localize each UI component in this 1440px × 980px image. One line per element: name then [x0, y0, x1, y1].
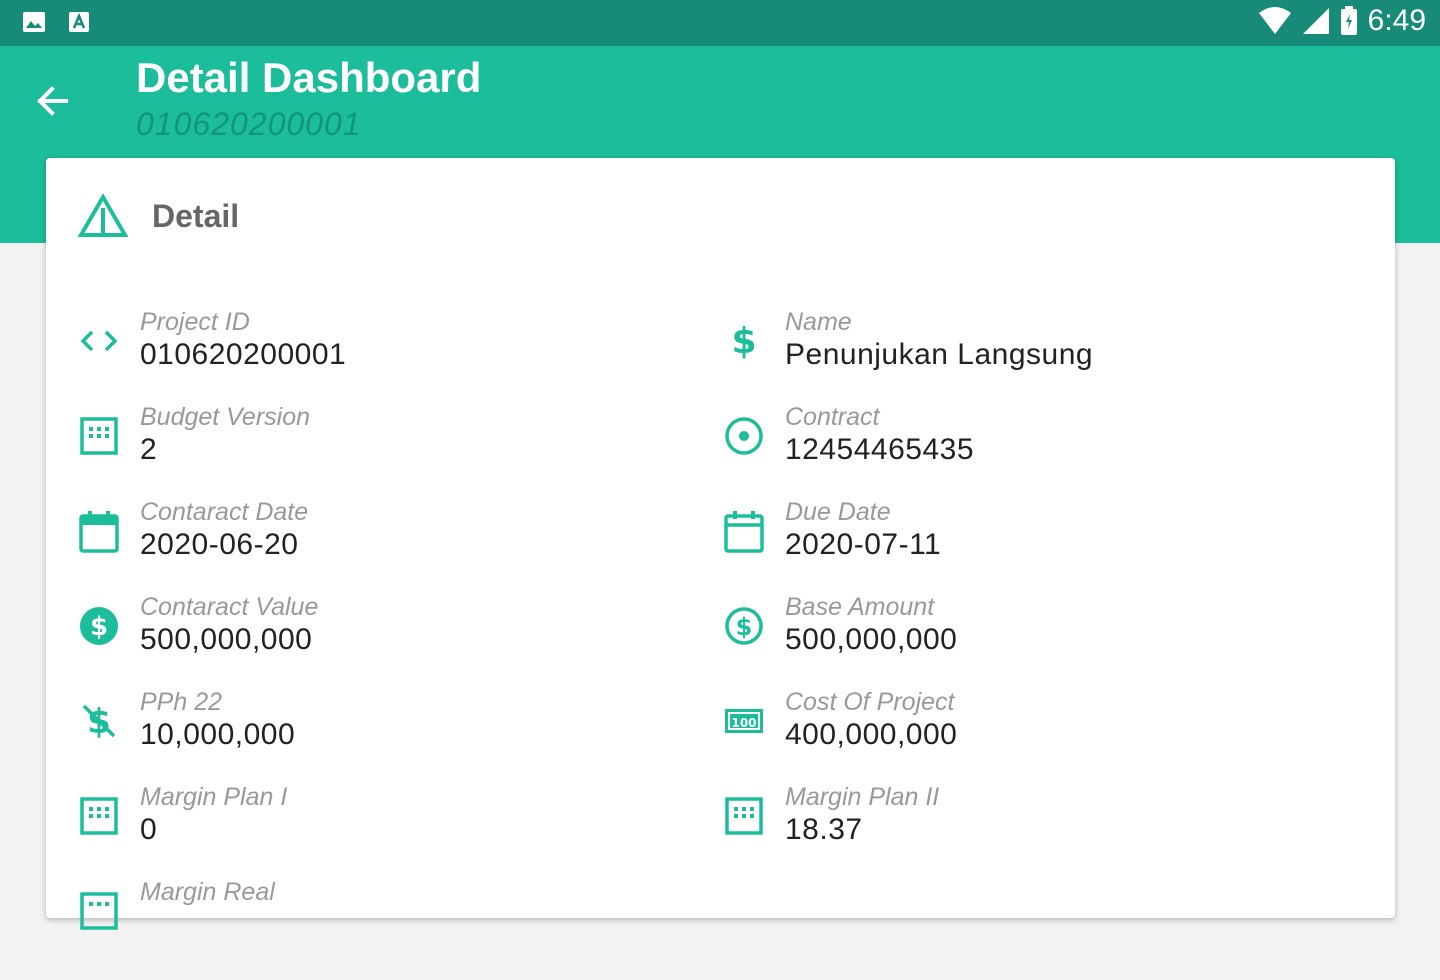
field-value: 0 — [140, 813, 158, 846]
card-title: Detail — [152, 197, 240, 234]
money-off-icon: $ — [78, 700, 120, 742]
field-label: Contaract Value — [140, 593, 319, 621]
page-title: Detail Dashboard — [136, 54, 482, 101]
svg-text:$: $ — [90, 612, 108, 642]
field-name: $ Name Penunjukan Langsung — [723, 308, 1323, 410]
field-budget-version: Budget Version 2 — [78, 403, 678, 505]
warning-triangle-icon — [78, 194, 128, 238]
back-button[interactable] — [30, 78, 76, 124]
svg-text:$: $ — [731, 321, 756, 362]
field-label: Contract — [785, 403, 880, 431]
dollar-circle-filled-icon: $ — [78, 605, 120, 647]
svg-text:$: $ — [736, 613, 753, 641]
field-value: 010620200001 — [140, 338, 347, 371]
field-base-amount: $ Base Amount 500,000,000 — [723, 593, 1323, 695]
field-margin-real: Margin Real — [78, 878, 678, 980]
field-label: Budget Version — [140, 403, 311, 431]
field-label: Name — [785, 308, 852, 336]
field-contract-value: $ Contaract Value 500,000,000 — [78, 593, 678, 695]
field-label: Contaract Date — [140, 498, 309, 526]
field-margin-plan-2: Margin Plan II 18.37 — [723, 783, 1323, 885]
dollar-circle-outline-icon: $ — [723, 605, 765, 647]
dollar-icon: $ — [723, 320, 765, 362]
calendar-icon — [723, 510, 765, 553]
arrow-back-icon — [30, 78, 76, 124]
field-project-id: Project ID 010620200001 — [78, 308, 678, 410]
field-label: Base Amount — [785, 593, 935, 621]
field-value: 500,000,000 — [140, 623, 313, 656]
field-contract-date: Contaract Date 2020-06-20 — [78, 498, 678, 600]
field-cost-of-project: 100 Cost Of Project 400,000,000 — [723, 688, 1323, 790]
target-icon — [723, 415, 765, 457]
field-due-date: Due Date 2020-07-11 — [723, 498, 1323, 600]
grid-icon — [78, 890, 120, 932]
wifi-icon — [1258, 7, 1292, 35]
image-icon — [22, 11, 46, 33]
field-value: 12454465435 — [785, 433, 975, 466]
a-icon — [68, 11, 90, 33]
grid-icon — [723, 795, 765, 837]
field-value: 10,000,000 — [140, 718, 296, 751]
signal-icon — [1302, 7, 1330, 35]
field-label: Margin Plan I — [140, 783, 288, 811]
grid-icon — [78, 415, 120, 457]
field-value: 500,000,000 — [785, 623, 958, 656]
field-label: Cost Of Project — [785, 688, 955, 716]
banknote-100-icon: 100 — [723, 700, 765, 742]
field-contract: Contract 12454465435 — [723, 403, 1323, 505]
detail-card: Detail Project ID 010620200001 $ Name Pe… — [46, 158, 1395, 930]
svg-text:100: 100 — [731, 716, 756, 730]
page-subtitle: 010620200001 — [136, 106, 362, 142]
status-bar: 6:49 — [0, 0, 1440, 46]
field-value: 2020-07-11 — [785, 528, 942, 561]
field-margin-plan-1: Margin Plan I 0 — [78, 783, 678, 885]
field-label: Margin Real — [140, 878, 275, 906]
card-header: Detail — [78, 194, 239, 238]
grid-icon — [78, 795, 120, 837]
field-value: 2 — [140, 433, 158, 466]
field-value: 400,000,000 — [785, 718, 958, 751]
status-time: 6:49 — [1367, 4, 1426, 37]
field-value: 2020-06-20 — [140, 528, 299, 561]
field-label: Margin Plan II — [785, 783, 940, 811]
field-label: Project ID — [140, 308, 250, 336]
field-label: Due Date — [785, 498, 891, 526]
field-value: Penunjukan Langsung — [785, 338, 1094, 371]
field-value: 18.37 — [785, 813, 863, 846]
field-pph22: $ PPh 22 10,000,000 — [78, 688, 678, 790]
code-icon — [78, 320, 120, 362]
battery-icon — [1340, 6, 1358, 36]
calendar-icon — [78, 510, 120, 553]
field-label: PPh 22 — [140, 688, 223, 716]
